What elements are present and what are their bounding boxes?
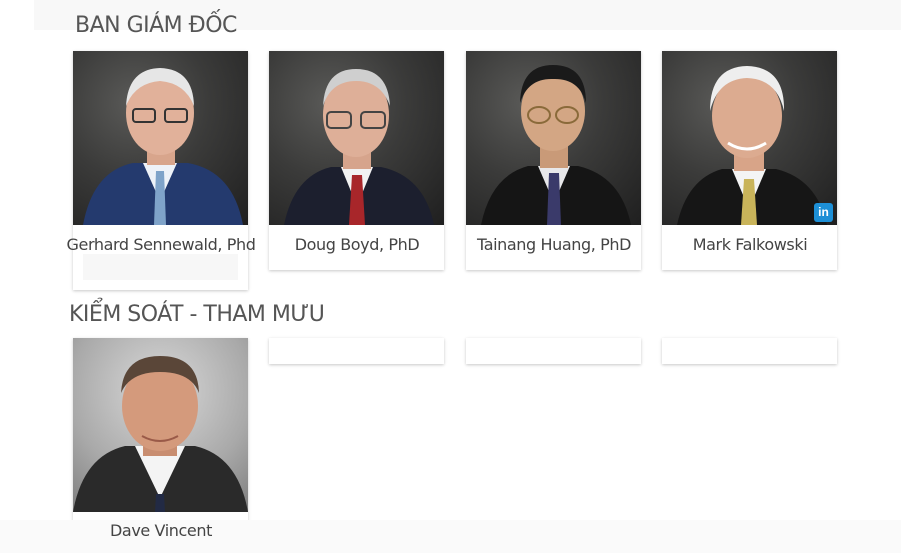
portrait-photo xyxy=(269,51,444,225)
name-background xyxy=(83,254,238,280)
empty-card xyxy=(269,338,444,364)
person-card[interactable]: Dave Vincent xyxy=(73,338,248,528)
empty-card xyxy=(466,338,641,364)
person-card[interactable]: Gerhard Sennewald, Phd xyxy=(67,51,256,290)
empty-card xyxy=(662,338,837,364)
person-name: Doug Boyd, PhD xyxy=(294,235,420,254)
linkedin-icon[interactable]: in xyxy=(814,203,833,222)
person-card[interactable]: Doug Boyd, PhD xyxy=(269,51,444,270)
person-name: Tainang Huang, PhD xyxy=(476,235,632,254)
portrait-photo: in xyxy=(662,51,837,225)
section-title-control: KIỂM SOÁT - THAM MƯU xyxy=(69,302,325,327)
portrait-photo xyxy=(466,51,641,225)
person-name-overlay: Dave Vincent xyxy=(110,521,212,540)
person-name: Gerhard Sennewald, Phd xyxy=(66,235,256,254)
portrait-photo xyxy=(73,338,248,512)
section-title-board: BAN GIÁM ĐỐC xyxy=(75,13,237,38)
portrait-photo xyxy=(73,51,248,225)
person-card[interactable]: Tainang Huang, PhD xyxy=(466,51,641,270)
person-card[interactable]: in Mark Falkowski xyxy=(662,51,837,270)
person-name: Mark Falkowski xyxy=(692,235,808,254)
